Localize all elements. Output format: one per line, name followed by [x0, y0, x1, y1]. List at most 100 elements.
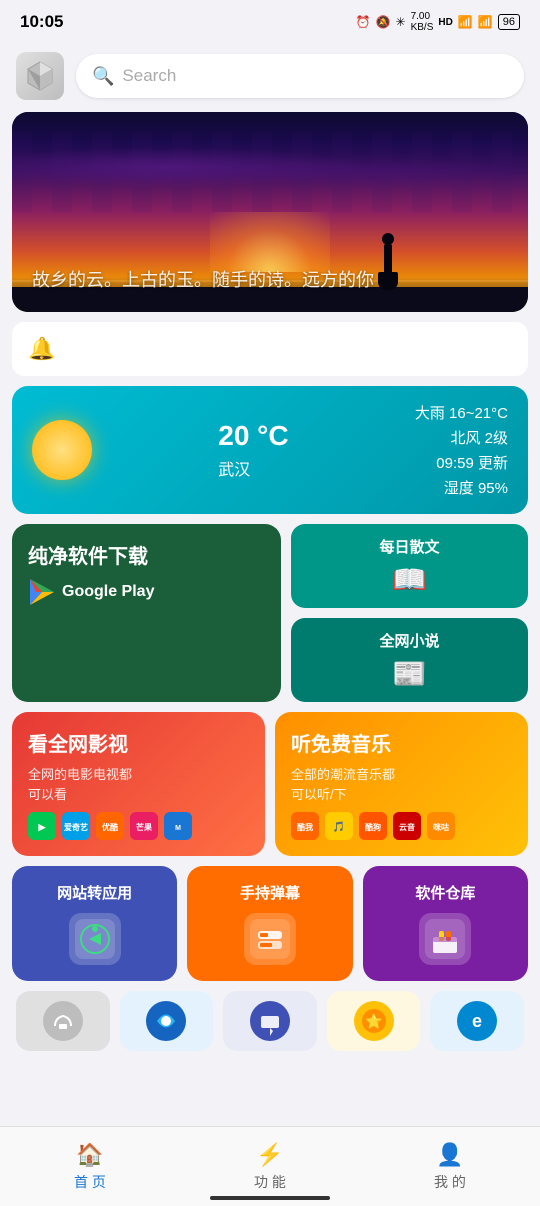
- banner-background: 故乡的云。上古的玉。随手的诗。远方的你: [12, 112, 528, 312]
- logo-wy: 云音: [393, 812, 421, 840]
- weather-wind: 北风 2级: [415, 427, 508, 448]
- right-mini-cards: 每日散文 📖 全网小说 📰: [291, 524, 528, 702]
- weather-condition: 大雨 16~21°C: [415, 402, 508, 423]
- svg-text:优酷: 优酷: [102, 822, 118, 832]
- banner-text: 故乡的云。上古的玉。随手的诗。远方的你: [32, 266, 374, 292]
- tab-home[interactable]: 🏠 首 页: [0, 1142, 180, 1192]
- more-app-1[interactable]: [16, 991, 110, 1051]
- prose-label: 每日散文: [379, 536, 439, 557]
- app-store-title: 软件仓库: [415, 882, 475, 903]
- logo-iqiyi: ▶: [28, 812, 56, 840]
- more-app-icon-2: [143, 998, 189, 1044]
- google-play-card[interactable]: 纯净软件下载 Google Play: [12, 524, 281, 702]
- status-time: 10:05: [20, 12, 63, 32]
- logo-miqiyi: M: [164, 812, 192, 840]
- google-play-title: 纯净软件下载: [28, 544, 265, 570]
- tab-function-icon: ⚡: [256, 1142, 283, 1168]
- logo-kuwo: 酷我: [291, 812, 319, 840]
- logo-netease: 🎵: [325, 812, 353, 840]
- clouds-2: [12, 142, 528, 192]
- notification-bar[interactable]: 🔔: [12, 322, 528, 376]
- logo-mango: 芒果: [130, 812, 158, 840]
- logo-kugou: 酷狗: [359, 812, 387, 840]
- video-desc: 全网的电影电视都 可以看: [28, 765, 249, 804]
- main-content: 故乡的云。上古的玉。随手的诗。远方的你 🔔 20 °C 武汉 大雨 16~21°…: [0, 112, 540, 1141]
- music-desc: 全部的潮流音乐都 可以听/下: [291, 765, 512, 804]
- app-website-icon: [69, 913, 121, 965]
- svg-text:🎵: 🎵: [333, 821, 345, 833]
- app-store-icon: [419, 913, 471, 965]
- app-card-website[interactable]: 网站转应用: [12, 866, 177, 981]
- logo-youku: 优酷: [96, 812, 124, 840]
- video-logos: ▶ 爱奇艺 优酷 芒果 M: [28, 812, 249, 840]
- weather-card[interactable]: 20 °C 武汉 大雨 16~21°C 北风 2级 09:59 更新 湿度 95…: [12, 386, 528, 514]
- more-apps-row: ⭐ e: [12, 991, 528, 1051]
- weather-details: 大雨 16~21°C 北风 2级 09:59 更新 湿度 95%: [415, 402, 508, 498]
- music-logos: 酷我 🎵 酷狗 云音 咪咕: [291, 812, 512, 840]
- tab-bar: 🏠 首 页 ⚡ 功 能 👤 我 的: [0, 1126, 540, 1206]
- more-app-icon-5: e: [454, 998, 500, 1044]
- app-logo[interactable]: [16, 52, 64, 100]
- tab-mine[interactable]: 👤 我 的: [360, 1142, 540, 1192]
- logo-iqiyi2: 爱奇艺: [62, 812, 90, 840]
- novel-icon: 📰: [392, 657, 427, 690]
- weather-city: 武汉: [218, 456, 288, 480]
- weather-sun: [32, 420, 92, 480]
- tab-home-icon: 🏠: [76, 1142, 103, 1168]
- header: 🔍 Search: [0, 44, 540, 112]
- svg-text:爱奇艺: 爱奇艺: [64, 822, 88, 832]
- search-bar[interactable]: 🔍 Search: [76, 54, 524, 98]
- weather-temp: 20 °C: [218, 420, 288, 452]
- alarm-icon: ⏰: [356, 15, 371, 29]
- banner[interactable]: 故乡的云。上古的玉。随手的诗。远方的你: [12, 112, 528, 312]
- battery-icon: 96: [498, 14, 520, 30]
- video-title: 看全网影视: [28, 728, 249, 757]
- novel-card[interactable]: 全网小说 📰: [291, 618, 528, 702]
- app-card-danmu[interactable]: 手持弹幕: [187, 866, 352, 981]
- prose-icon: 📖: [392, 563, 427, 596]
- weather-update: 09:59 更新: [415, 452, 508, 473]
- speed-icon: 7.00KB/S: [411, 11, 434, 33]
- more-app-icon-1: [40, 998, 86, 1044]
- prose-card[interactable]: 每日散文 📖: [291, 524, 528, 608]
- play-store-icon: [28, 578, 56, 606]
- music-title: 听免费音乐: [291, 728, 512, 757]
- more-app-icon-4: ⭐: [351, 998, 397, 1044]
- google-play-sub: Google Play: [62, 583, 154, 601]
- hd-icon: HD: [438, 17, 452, 28]
- app-website-title: 网站转应用: [57, 882, 132, 903]
- signal-icon: 📶: [478, 15, 493, 29]
- status-icons: ⏰ 🔕 ✳ 7.00KB/S HD 📶 📶 96: [356, 11, 520, 33]
- more-app-5[interactable]: e: [430, 991, 524, 1051]
- svg-text:酷我: 酷我: [297, 822, 313, 832]
- svg-text:⭐: ⭐: [365, 1013, 382, 1029]
- tab-function[interactable]: ⚡ 功 能: [180, 1142, 360, 1192]
- app-grid-row-1: 纯净软件下载 Google Play 每日散文 📖 全网小说 📰: [12, 524, 528, 702]
- bottom-apps-row: 网站转应用 手持弹幕: [12, 866, 528, 981]
- tab-function-label: 功 能: [254, 1172, 286, 1192]
- app-danmu-icon: [244, 913, 296, 965]
- sun-glow: [210, 212, 330, 272]
- more-app-3[interactable]: [223, 991, 317, 1051]
- large-cards-row: 看全网影视 全网的电影电视都 可以看 ▶ 爱奇艺 优酷 芒果 M: [12, 712, 528, 856]
- video-card[interactable]: 看全网影视 全网的电影电视都 可以看 ▶ 爱奇艺 优酷 芒果 M: [12, 712, 265, 856]
- svg-text:酷狗: 酷狗: [365, 822, 381, 832]
- tab-home-label: 首 页: [74, 1172, 106, 1192]
- svg-text:云音: 云音: [399, 822, 415, 832]
- search-text: Search: [122, 66, 176, 86]
- app-card-store[interactable]: 软件仓库: [363, 866, 528, 981]
- more-app-2[interactable]: [120, 991, 214, 1051]
- svg-text:咪咕: 咪咕: [433, 822, 449, 832]
- status-bar: 10:05 ⏰ 🔕 ✳ 7.00KB/S HD 📶 📶 96: [0, 0, 540, 44]
- weather-main-info: 20 °C 武汉: [218, 420, 288, 480]
- wifi-icon: 📶: [458, 15, 473, 29]
- svg-text:▶: ▶: [38, 822, 47, 832]
- danmu-icon: [250, 919, 290, 959]
- novel-label: 全网小说: [379, 630, 439, 651]
- tab-mine-icon: 👤: [436, 1142, 463, 1168]
- android-studio-icon: [75, 919, 115, 959]
- music-card[interactable]: 听免费音乐 全部的潮流音乐都 可以听/下 酷我 🎵 酷狗 云音 咪咕: [275, 712, 528, 856]
- google-play-logo: Google Play: [28, 578, 265, 606]
- more-app-4[interactable]: ⭐: [327, 991, 421, 1051]
- bell-icon: 🔔: [28, 336, 55, 362]
